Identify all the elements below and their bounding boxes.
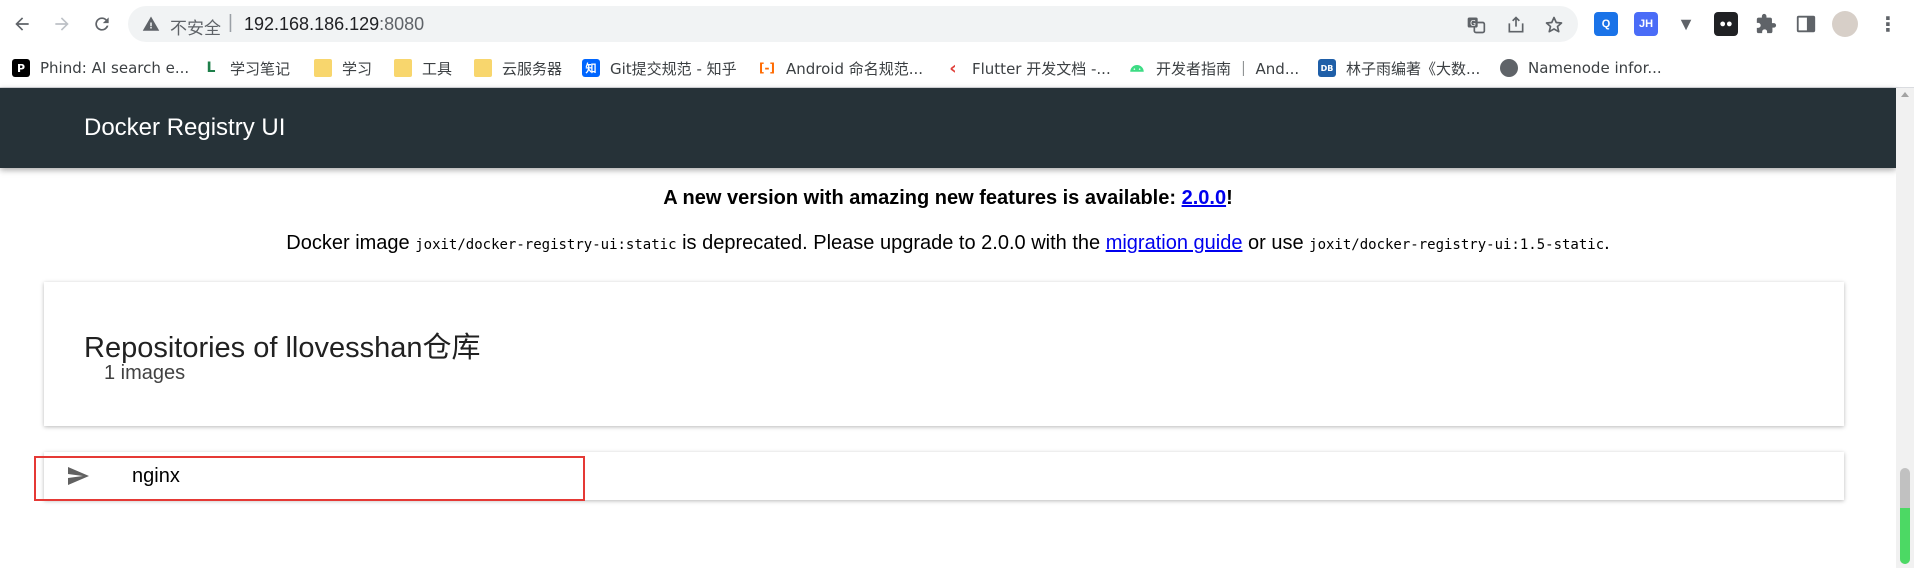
forward-icon[interactable] [48,10,76,38]
bookmark-item[interactable]: 学习 [314,56,372,80]
address-bar[interactable]: 不安全 | 192.168.186.129:8080 G [128,6,1578,42]
repository-list: nginx [44,452,1844,500]
bookmark-label: Git提交规范 - 知乎 [610,59,737,78]
bookmark-label: 林子雨编著《大数... [1346,59,1481,78]
bookmark-item[interactable]: 开发者指南 ｜ And... [1128,56,1299,80]
not-secure-label[interactable]: 不安全 [170,14,221,39]
svg-text:G: G [1470,19,1476,28]
not-secure-warning-icon[interactable] [142,15,160,33]
side-panel-icon[interactable] [1794,12,1818,36]
bookmark-item[interactable]: 知 Git提交规范 - 知乎 [582,56,737,80]
browser-toolbar: 不安全 | 192.168.186.129:8080 G Q JH ▼ ●● ⋮ [0,0,1914,48]
new-version-notice: A new version with amazing new features … [0,187,1896,210]
bookmark-label: Namenode infor... [1528,59,1662,77]
reload-icon[interactable] [88,10,116,38]
note-icon: L [202,59,220,77]
extensions-puzzle-icon[interactable] [1754,12,1778,36]
repositories-card: Repositories of llovesshan仓库 1 images [44,282,1844,426]
bookmark-item[interactable]: 工具 [394,56,452,80]
notice-text: is deprecated. Please upgrade to 2.0.0 w… [676,232,1106,254]
back-icon[interactable] [8,10,36,38]
notice-text: or use [1242,232,1310,254]
bookmark-label: 工具 [422,59,453,78]
aliyun-icon: [-] [758,59,776,77]
dblab-icon: DB [1318,59,1336,77]
bookmark-item[interactable]: L 学习笔记 [202,56,290,80]
app-title[interactable]: Docker Registry UI [84,114,285,142]
bookmark-item[interactable]: P Phind: AI search e... [12,56,189,80]
bookmark-label: 云服务器 [502,59,563,78]
bookmark-item[interactable]: 云服务器 [474,56,562,80]
page-scrollbar[interactable] [1896,88,1914,568]
extension-jh-icon[interactable]: JH [1634,12,1658,36]
url-host: 192.168.186.129 [244,14,380,34]
bookmark-item[interactable]: [-] Android 命名规范... [758,56,923,80]
scrollbar-thumb[interactable] [1900,468,1910,564]
bookmarks-bar: P Phind: AI search e... L 学习笔记 学习 工具 云服务器 … [0,48,1914,88]
bookmark-item[interactable]: DB 林子雨编著《大数... [1318,56,1480,80]
image-count: 1 images [104,362,186,384]
notice-text: . [1604,232,1610,254]
bookmark-label: 学习 [342,59,373,78]
repository-item-nginx[interactable]: nginx [44,452,1844,500]
android-icon [1128,59,1146,77]
alt-image-code: joxit/docker-registry-ui:1.5-static [1309,237,1605,253]
extension-vue-icon[interactable]: ▼ [1674,12,1698,36]
folder-icon [394,59,412,77]
notice-text: A new version with amazing new features … [663,187,1182,209]
bookmark-label: Android 命名规范... [786,59,924,78]
migration-guide-link[interactable]: migration guide [1106,232,1243,254]
bookmark-label: 开发者指南 ｜ And... [1156,59,1300,78]
url-separator: | [228,12,233,33]
more-menu-icon[interactable]: ⋮ [1876,12,1900,36]
globe-icon [1500,59,1518,77]
url-port: :8080 [379,14,425,34]
folder-icon [474,59,492,77]
bookmark-star-icon[interactable] [1544,15,1564,35]
app-header: Docker Registry UI [0,88,1896,168]
profile-avatar[interactable] [1832,11,1858,37]
extension-q-icon[interactable]: Q [1594,12,1618,36]
repositories-title: Repositories of llovesshan仓库 [84,332,481,364]
deprecation-notice: Docker image joxit/docker-registry-ui:st… [0,232,1896,255]
extension-tampermonkey-icon[interactable]: ●● [1714,12,1738,36]
bookmark-label: Phind: AI search e... [40,59,190,77]
scroll-up-icon[interactable] [1901,92,1909,97]
phind-icon: P [12,59,30,77]
bookmark-label: 学习笔记 [230,59,291,78]
flutter-icon: ‹ [944,58,962,79]
notice-suffix: ! [1226,187,1233,209]
image-name-code: joxit/docker-registry-ui:static [415,237,677,253]
send-icon [68,467,89,485]
share-icon[interactable] [1506,15,1526,35]
url-text[interactable]: 192.168.186.129:8080 [244,14,424,35]
bookmark-item[interactable]: ‹ Flutter 开发文档 -... [944,56,1111,80]
translate-icon[interactable]: G [1466,15,1486,35]
notice-text: Docker image [286,232,416,254]
bookmark-label: Flutter 开发文档 -... [972,59,1111,78]
version-link[interactable]: 2.0.0 [1182,187,1226,209]
folder-icon [314,59,332,77]
repository-name: nginx [132,465,180,487]
zhihu-icon: 知 [582,59,600,77]
bookmark-item[interactable]: Namenode infor... [1500,56,1662,80]
